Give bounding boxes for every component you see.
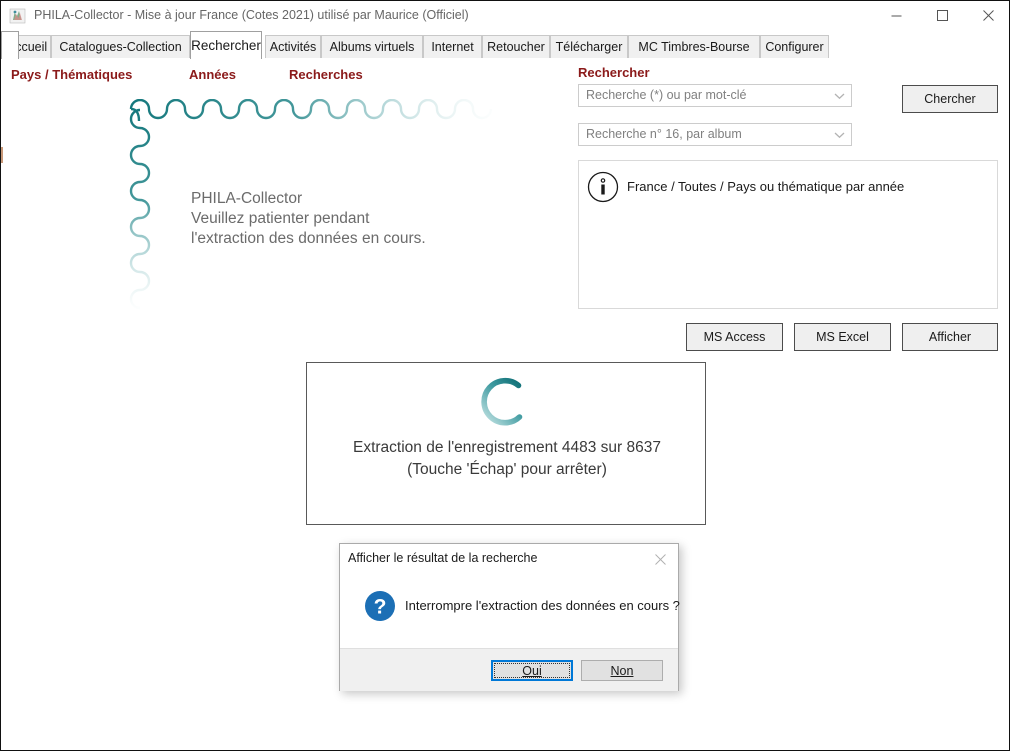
confirmation-dialog: Afficher le résultat de la recherche ? I…	[339, 543, 680, 691]
search-album-combobox[interactable]: Recherche n° 16, par album	[578, 123, 852, 146]
tab-retoucher[interactable]: Retoucher	[482, 35, 550, 58]
tab-activites[interactable]: Activités	[265, 35, 321, 58]
ms-excel-button[interactable]: MS Excel	[794, 323, 891, 351]
tab-mc-timbres-bourse[interactable]: MC Timbres-Bourse	[628, 35, 760, 58]
dialog-yes-label: Oui	[522, 664, 541, 678]
tab-internet[interactable]: Internet	[423, 35, 482, 58]
search-results-info-text: France / Toutes / Pays ou thématique par…	[627, 179, 905, 194]
tab-configurer[interactable]: Configurer	[760, 35, 829, 58]
chercher-button[interactable]: Chercher	[902, 85, 998, 113]
dialog-no-button[interactable]: Non	[581, 660, 663, 681]
search-keyword-value: Recherche (*) ou par mot-clé	[586, 88, 747, 102]
heading-annees[interactable]: Années	[189, 67, 236, 82]
progress-record-text: Extraction de l'enregistrement 4483 sur …	[353, 439, 661, 456]
dialog-message: Interrompre l'extraction des données en …	[405, 598, 680, 613]
tab-catalogues-collection[interactable]: Catalogues-Collection	[51, 35, 190, 58]
search-album-value: Recherche n° 16, par album	[586, 127, 742, 141]
application-window: PHILA-Collector - Mise à jour France (Co…	[0, 0, 1010, 751]
chevron-down-icon[interactable]	[828, 124, 851, 145]
dialog-footer: Oui Non	[340, 648, 678, 691]
tab-telecharger[interactable]: Télécharger	[550, 35, 628, 58]
left-edge-marker	[1, 147, 3, 163]
loading-spinner-icon	[475, 371, 537, 433]
dialog-yes-text: Oui	[522, 663, 542, 678]
search-keyword-combobox[interactable]: Recherche (*) ou par mot-clé	[578, 84, 852, 107]
dialog-body: ? Interrompre l'extraction des données e…	[340, 573, 680, 648]
dialog-yes-button[interactable]: Oui	[491, 660, 573, 681]
splash-message: PHILA-Collector Veuillez patienter penda…	[191, 189, 426, 249]
tab-rechercher-spacer	[1, 31, 19, 59]
window-title: PHILA-Collector - Mise à jour France (Co…	[34, 8, 469, 22]
heading-pays-thematiques[interactable]: Pays / Thématiques	[11, 67, 132, 82]
tab-albums-virtuels[interactable]: Albums virtuels	[321, 35, 423, 58]
ms-access-button[interactable]: MS Access	[686, 323, 783, 351]
extraction-progress-panel: Extraction de l'enregistrement 4483 sur …	[306, 362, 706, 525]
chevron-down-icon[interactable]	[828, 85, 851, 106]
close-icon[interactable]	[965, 1, 1009, 30]
stamp-icon	[9, 7, 27, 25]
dialog-no-text: Non	[610, 663, 634, 678]
progress-hint-text: (Touche 'Échap' pour arrêter)	[407, 461, 607, 478]
splash-line-3: l'extraction des données en cours.	[191, 230, 426, 247]
tab-rechercher[interactable]: Rechercher	[190, 31, 262, 59]
splash-line-1: PHILA-Collector	[191, 190, 303, 207]
maximize-icon[interactable]	[919, 1, 965, 30]
info-icon	[586, 170, 620, 204]
main-content-area: Pays / Thématiques Années Recherches Rec…	[1, 59, 1009, 750]
question-mark-icon: ?	[364, 590, 396, 622]
splash-line-2: Veuillez patienter pendant	[191, 210, 370, 227]
title-bar: PHILA-Collector - Mise à jour France (Co…	[1, 1, 1009, 32]
main-tab-bar: Accueil Catalogues-Collection Rechercher…	[1, 31, 1009, 60]
heading-recherches[interactable]: Recherches	[289, 67, 363, 82]
dialog-title: Afficher le résultat de la recherche	[348, 551, 538, 565]
dialog-title-bar: Afficher le résultat de la recherche	[340, 544, 678, 573]
dialog-no-label: Non	[611, 664, 634, 678]
afficher-button[interactable]: Afficher	[902, 323, 998, 351]
minimize-icon[interactable]	[873, 1, 919, 30]
heading-rechercher: Rechercher	[578, 65, 650, 80]
svg-text:?: ?	[374, 596, 387, 619]
close-icon[interactable]	[646, 548, 674, 570]
search-results-box[interactable]: France / Toutes / Pays ou thématique par…	[578, 160, 998, 309]
